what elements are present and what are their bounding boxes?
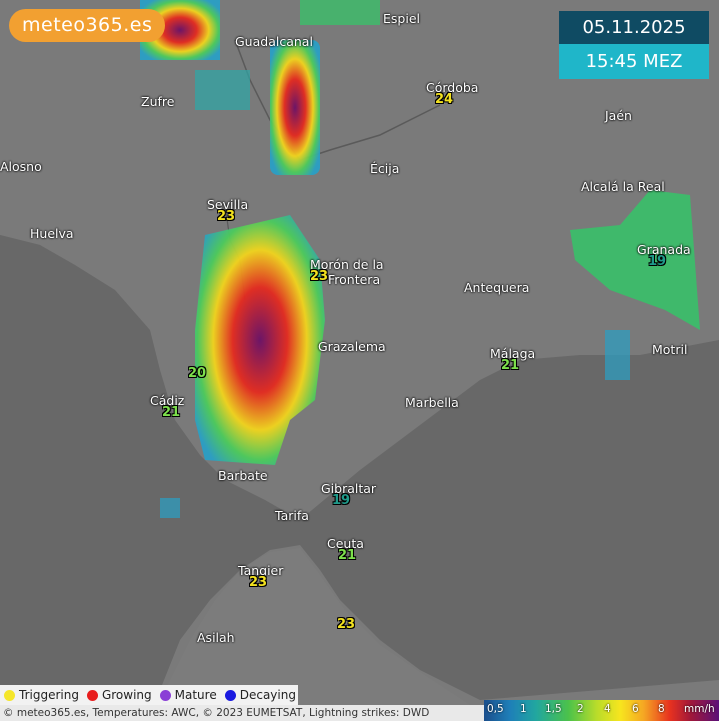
- scale-tick: 1: [520, 703, 527, 715]
- city-label: Jaén: [605, 108, 632, 123]
- city-label: Frontera: [328, 272, 381, 287]
- city-label: Marbella: [405, 395, 459, 410]
- city-label: Écija: [370, 161, 400, 176]
- temperature-label: 21: [338, 548, 357, 563]
- temperature-label: 24: [435, 92, 454, 107]
- mature-dot-icon: [159, 689, 171, 701]
- lightning-legend: Triggering Growing Mature Decaying: [0, 685, 298, 705]
- temperature-label: 20: [188, 366, 207, 381]
- scale-tick: 4: [604, 703, 611, 715]
- weather-map: meteo365.es 05.11.2025 15:45 MEZ Espiel …: [0, 0, 719, 721]
- temperature-label: 19: [332, 493, 351, 508]
- meteo365-logo[interactable]: meteo365.es: [9, 9, 166, 42]
- datetime-box: 05.11.2025 15:45 MEZ: [559, 11, 709, 79]
- credits-text: © meteo365.es, Temperatures: AWC, © 2023…: [0, 705, 484, 721]
- legend-item: Mature: [159, 688, 217, 702]
- temperature-label: 19: [648, 254, 667, 269]
- city-label: Alcalá la Real: [581, 179, 665, 194]
- scale-tick: 2: [577, 703, 584, 715]
- temperature-label: 23: [310, 269, 329, 284]
- time-label: 15:45 MEZ: [559, 44, 709, 79]
- temperature-label: 23: [217, 209, 236, 224]
- scale-tick: 1,5: [545, 703, 562, 715]
- temperature-label: 23: [249, 575, 268, 590]
- city-label: Guadalcanal: [235, 34, 313, 49]
- growing-dot-icon: [86, 689, 98, 701]
- precipitation-scale: 0,5 1 1,5 2 4 6 8 mm/h: [484, 700, 719, 721]
- city-label: Motril: [652, 342, 688, 357]
- scale-tick: 8: [658, 703, 665, 715]
- city-label: Barbate: [218, 468, 268, 483]
- temperature-label: 21: [501, 358, 520, 373]
- scale-tick: 6: [632, 703, 639, 715]
- legend-item: Triggering: [4, 688, 79, 702]
- legend-item: Decaying: [224, 688, 296, 702]
- temperature-label: 23: [337, 617, 356, 632]
- decaying-dot-icon: [224, 689, 236, 701]
- city-label: Antequera: [464, 280, 530, 295]
- scale-tick: 0,5: [487, 703, 504, 715]
- city-label: Zufre: [141, 94, 175, 109]
- city-label: Alosno: [0, 159, 42, 174]
- scale-unit: mm/h: [684, 703, 715, 715]
- city-label: Huelva: [30, 226, 74, 241]
- city-label: Espiel: [383, 11, 420, 26]
- city-label: Tarifa: [275, 508, 309, 523]
- legend-item: Growing: [86, 688, 152, 702]
- triggering-dot-icon: [4, 689, 15, 701]
- city-label: Grazalema: [318, 339, 386, 354]
- city-label: Asilah: [197, 630, 235, 645]
- date-label: 05.11.2025: [559, 11, 709, 44]
- temperature-label: 21: [162, 405, 181, 420]
